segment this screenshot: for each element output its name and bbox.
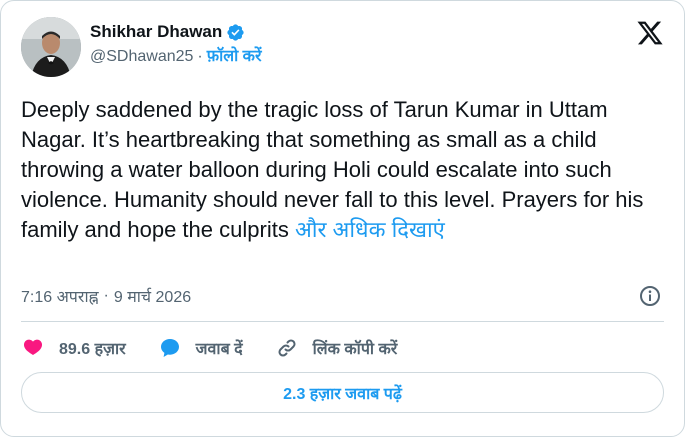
follow-button[interactable]: फ़ॉलो करें <box>207 46 262 68</box>
tweet-text: Deeply saddened by the tragic loss of Ta… <box>21 95 661 245</box>
name-row: Shikhar Dhawan <box>90 20 262 44</box>
handle-row: @SDhawan25 · फ़ॉलो करें <box>90 46 262 68</box>
reply-button[interactable]: जवाब दें <box>158 336 243 360</box>
reply-label: जवाब दें <box>195 341 243 358</box>
copy-link-label: लिंक कॉपी करें <box>312 341 398 358</box>
like-button[interactable]: 89.6 हज़ार <box>21 336 126 360</box>
tweet-card: Shikhar Dhawan @SDhawan25 · फ़ॉलो करें D… <box>0 0 685 437</box>
verified-badge-icon <box>226 23 245 42</box>
speech-bubble-icon <box>158 336 182 360</box>
tweet-date: 9 मार्च 2026 <box>113 289 192 306</box>
author-name[interactable]: Shikhar Dhawan <box>90 20 222 44</box>
link-icon <box>275 336 299 360</box>
read-replies-button[interactable]: 2.3 हज़ार जवाब पढ़ें <box>21 372 664 413</box>
divider <box>21 321 664 322</box>
tweet-header: Shikhar Dhawan @SDhawan25 · फ़ॉलो करें <box>21 17 664 79</box>
handle-separator: · <box>197 48 203 65</box>
heart-icon <box>21 336 45 360</box>
action-bar: 89.6 हज़ार जवाब दें लिंक कॉपी करें <box>21 334 429 362</box>
tweet-timestamp[interactable]: 7:16 अपराह्न · 9 मार्च 2026 <box>21 285 191 307</box>
author-info: Shikhar Dhawan @SDhawan25 · फ़ॉलो करें <box>90 17 262 68</box>
info-icon[interactable] <box>638 284 662 308</box>
avatar[interactable] <box>21 17 81 77</box>
tweet-time: 7:16 अपराह्न <box>21 289 99 306</box>
author-handle[interactable]: @SDhawan25 <box>90 46 193 68</box>
read-replies-label: 2.3 हज़ार जवाब पढ़ें <box>283 385 402 403</box>
meta-separator: · <box>103 287 109 304</box>
x-logo-icon[interactable] <box>636 19 664 47</box>
copy-link-button[interactable]: लिंक कॉपी करें <box>275 336 398 360</box>
like-count: 89.6 हज़ार <box>59 341 126 358</box>
show-more-link[interactable]: और अधिक दिखाएं <box>295 217 445 242</box>
